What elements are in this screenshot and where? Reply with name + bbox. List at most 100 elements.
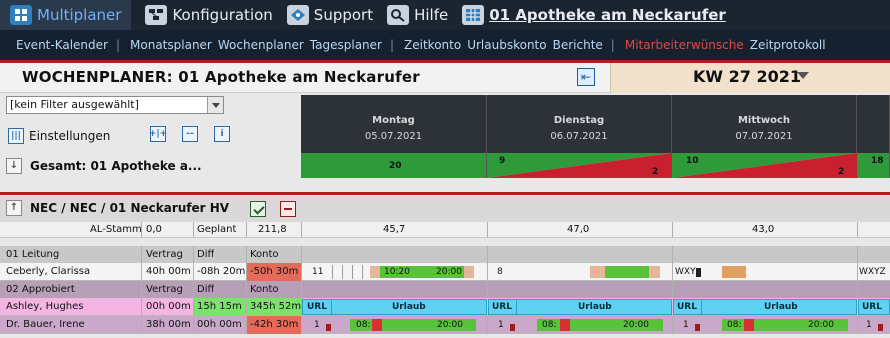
break-marker <box>560 319 570 331</box>
week-selector[interactable]: KW 27 2021 <box>610 63 890 93</box>
vertrag-value: 38h 00m <box>146 319 191 330</box>
employee-name[interactable]: Ashley, Hughes <box>6 298 84 316</box>
marker-icon <box>326 324 331 331</box>
shift-code: 8 <box>497 267 503 277</box>
arrow-down-icon[interactable]: ↓ <box>6 158 22 174</box>
shift-start: 08: <box>542 320 557 330</box>
col-diff: Diff <box>197 249 215 260</box>
filter-select[interactable]: [kein Filter ausgewählt] <box>6 96 224 114</box>
group-title[interactable]: ↑ NEC / NEC / 01 Neckarufer HV <box>6 200 229 216</box>
chevron-down-icon <box>797 72 809 79</box>
previous-week-button[interactable]: ⇤ <box>577 68 595 86</box>
minus-icon[interactable] <box>280 201 296 217</box>
shift-end: 20:00 <box>437 320 463 330</box>
nav-support-label: Support <box>313 6 374 24</box>
diff-value: -08h 20m <box>197 266 246 277</box>
marker-icon <box>878 324 883 331</box>
al-monday: 45,7 <box>383 224 406 235</box>
marker-icon <box>510 324 515 331</box>
subnav-event-kalender[interactable]: Event-Kalender <box>16 38 108 52</box>
filter-dropdown-arrow[interactable] <box>207 97 223 113</box>
day-total-thursday: 18 <box>857 153 890 178</box>
nav-konfiguration-label: Konfiguration <box>172 6 273 24</box>
multiplaner-icon <box>10 5 32 25</box>
nav-hilfe-label: Hilfe <box>414 6 449 24</box>
shift-end: 20:00 <box>436 267 462 277</box>
geplant-label: Geplant <box>197 224 237 235</box>
expand-icon[interactable]: +|+ <box>149 126 167 142</box>
shift-bar-worked[interactable] <box>605 266 649 278</box>
subnav-separator: | <box>115 38 121 52</box>
al-tuesday: 47,0 <box>567 224 590 235</box>
support-icon <box>286 5 309 25</box>
table-row[interactable]: Ashley, Hughes 00h 00m 15h 15m 345h 52m … <box>0 298 890 316</box>
nav-hilfe[interactable]: Hilfe <box>387 0 448 30</box>
shift-bar[interactable] <box>722 266 746 278</box>
konto-value: -42h 30m <box>247 316 301 334</box>
col-konto: Konto <box>250 284 279 295</box>
section-leitung-label: 01 Leitung <box>6 249 60 260</box>
url-code: URL <box>492 302 512 312</box>
collapse-icon[interactable]: -- <box>182 126 198 142</box>
nav-konfiguration[interactable]: Konfiguration <box>145 0 273 30</box>
top-navigation: Multiplaner Konfiguration Support Hilfe … <box>0 0 890 30</box>
nav-multiplaner[interactable]: Multiplaner <box>0 0 132 30</box>
day-total-wednesday: 10 2 <box>672 153 857 178</box>
title-bar: WOCHENPLANER: 01 Apotheke am Neckarufer … <box>0 63 890 93</box>
shift-code: WXY <box>675 267 696 277</box>
col-vertrag: Vertrag <box>146 284 183 295</box>
shift-code: 11 <box>312 267 324 277</box>
urlaub-label: Urlaub <box>764 302 798 312</box>
shift-code: 1 <box>683 320 689 330</box>
settings-button[interactable]: ||| Einstellungen <box>8 128 110 144</box>
subnav-wochenplaner[interactable]: Wochenplaner <box>218 38 304 52</box>
day-date: 06.07.2021 <box>550 131 608 142</box>
shift-code: WXYZ <box>859 267 886 277</box>
subnav-tagesplaner[interactable]: Tagesplaner <box>310 38 382 52</box>
day-total-left: 10 <box>686 156 699 166</box>
arrow-up-icon[interactable]: ↑ <box>6 200 22 216</box>
url-code: URL <box>862 302 882 312</box>
checkbox-icon[interactable] <box>250 201 266 217</box>
subnav-berichte[interactable]: Berichte <box>553 38 603 52</box>
table-row[interactable]: Dr. Bauer, Irene 38h 00m 00h 00m -42h 30… <box>0 316 890 334</box>
group-title-label: NEC / NEC / 01 Neckarufer HV <box>30 201 230 215</box>
employee-name[interactable]: Dr. Bauer, Irene <box>6 316 85 334</box>
subnav-zeitprotokoll[interactable]: Zeitprotokoll <box>750 38 826 52</box>
section-leitung-row: 01 Leitung Vertrag Diff Konto <box>0 246 890 264</box>
page-title: WOCHENPLANER: 01 Apotheke am Neckarufer <box>22 68 420 86</box>
info-icon[interactable]: i <box>214 126 230 142</box>
subnav-monatsplaner[interactable]: Monatsplaner <box>130 38 212 52</box>
search-help-icon <box>387 5 410 25</box>
subnav-mitarbeiterwuensche[interactable]: Mitarbeiterwünsche <box>625 38 744 52</box>
nav-apotheke-label: 01 Apotheke am Neckarufer <box>489 6 726 24</box>
shift-code: 1 <box>498 320 504 330</box>
break-marker <box>744 319 754 331</box>
pharmacy-grid-icon <box>462 5 485 25</box>
nav-apotheke[interactable]: 01 Apotheke am Neckarufer <box>462 0 726 30</box>
subnav-zeitkonto[interactable]: Zeitkonto <box>404 38 461 52</box>
week-label: KW 27 2021 <box>693 67 801 86</box>
gesamt-row[interactable]: ↓ Gesamt: 01 Apotheke a... <box>6 158 202 174</box>
vertrag-value: 00h 00m <box>146 301 191 312</box>
subnav-urlaubskonto[interactable]: Urlaubskonto <box>467 38 546 52</box>
urlaub-label: Urlaub <box>578 302 612 312</box>
day-total-right: 2 <box>838 167 845 177</box>
table-row[interactable]: Ceberly, Clarissa 40h 00m -08h 20m -50h … <box>0 263 890 281</box>
diff-value: 00h 00m <box>197 319 242 330</box>
url-code: URL <box>307 302 327 312</box>
shift-code: 1 <box>866 320 872 330</box>
employee-name[interactable]: Ceberly, Clarissa <box>6 263 90 281</box>
nav-support[interactable]: Support <box>286 0 374 30</box>
day-total-right: 2 <box>652 167 659 177</box>
urlaub-label: Urlaub <box>392 302 426 312</box>
section-approbiert-row: 02 Approbiert Vertrag Diff Konto <box>0 281 890 299</box>
filter-value: [kein Filter ausgewählt] <box>10 98 139 111</box>
shift-end: 20:00 <box>623 320 649 330</box>
konto-value: 345h 52m <box>247 298 301 316</box>
group-row: ↑ NEC / NEC / 01 Neckarufer HV <box>0 196 890 222</box>
col-diff: Diff <box>197 284 215 295</box>
nav-multiplaner-label: Multiplaner <box>37 6 122 24</box>
day-header-tuesday: Dienstag 06.07.2021 <box>487 95 672 153</box>
columns-icon: ||| <box>8 128 24 144</box>
